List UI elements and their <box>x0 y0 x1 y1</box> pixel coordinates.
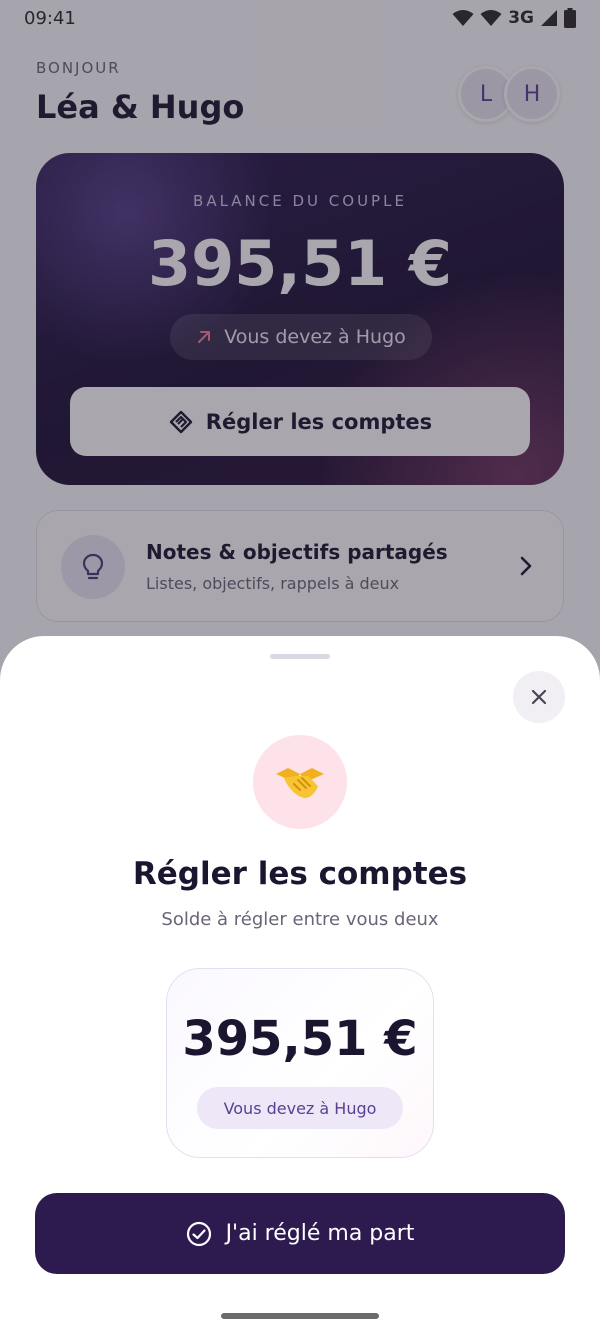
sheet-title: Régler les comptes <box>132 856 468 892</box>
confirm-paid-button[interactable]: J'ai réglé ma part <box>35 1193 565 1274</box>
settle-status-text: Vous devez à Hugo <box>223 1098 377 1118</box>
amount-summary-card: 395,51 € Vous devez à Hugo <box>166 968 434 1158</box>
settle-bottom-sheet: Régler les comptes Solde à régler entre … <box>0 636 600 1333</box>
check-circle-icon <box>186 1221 211 1246</box>
handshake-emoji-badge <box>253 735 347 829</box>
confirm-paid-label: J'ai réglé ma part <box>225 1221 415 1246</box>
sheet-drag-handle[interactable] <box>270 654 330 659</box>
settle-amount: 395,51 € <box>182 1011 418 1067</box>
handshake-icon <box>276 768 324 799</box>
close-button[interactable] <box>513 671 565 723</box>
sheet-subtitle: Solde à régler entre vous deux <box>161 909 439 930</box>
settle-status-pill: Vous devez à Hugo <box>197 1087 403 1129</box>
close-icon <box>531 689 547 705</box>
home-indicator[interactable] <box>221 1313 379 1319</box>
